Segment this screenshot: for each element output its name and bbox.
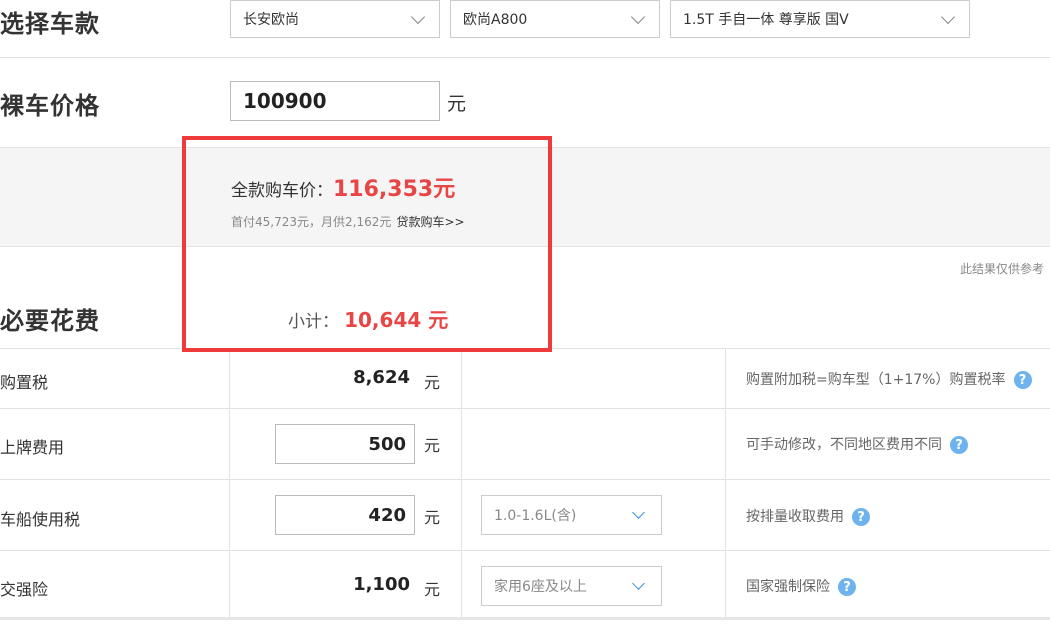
brand-select-value: 长安欧尚 [243,12,299,28]
chevron-down-icon [632,577,645,590]
registration-fee-input[interactable]: 500 [275,424,415,464]
compulsory-insurance-note: 国家强制保险 [746,579,830,595]
registration-fee-note: 可手动修改，不同地区费用不同 [746,437,942,453]
model-select[interactable]: 欧尚A800 [450,0,660,38]
seat-count-select-value: 家用6座及以上 [494,579,587,595]
purchase-tax-unit: 元 [424,373,441,392]
displacement-select-value: 1.0-1.6L(含) [494,508,577,524]
required-costs-title: 必要花费 [0,307,100,335]
vehicle-tax-unit: 元 [424,508,441,527]
question-icon[interactable]: ? [852,508,870,526]
vehicle-tax-label: 车船使用税 [0,510,81,529]
bare-price-unit: 元 [447,93,467,115]
question-icon[interactable]: ? [838,578,856,596]
compulsory-insurance-note-wrap: 国家强制保险? [746,576,856,596]
trim-select-value: 1.5T 手自一体 尊享版 国V [683,12,849,28]
model-select-value: 欧尚A800 [463,12,528,28]
divider [0,57,1050,58]
table-column-divider [725,348,726,618]
highlight-box [182,136,552,352]
registration-fee-label: 上牌费用 [0,438,65,457]
table-divider [0,550,1050,551]
table-divider [0,408,1050,409]
disclaimer-text: 此结果仅供参考 [959,262,1044,276]
purchase-tax-note-wrap: 购置附加税=购车型（1+17%）购置税率? [746,369,1032,389]
table-column-divider [229,348,230,618]
table-divider [0,479,1050,480]
compulsory-insurance-label: 交强险 [0,580,49,599]
vehicle-tax-note: 按排量收取费用 [746,509,844,525]
chevron-down-icon [630,9,646,24]
registration-fee-unit: 元 [424,436,441,455]
purchase-tax-value: 8,624 [353,367,410,388]
compulsory-insurance-value: 1,100 [353,574,410,595]
chevron-down-icon [940,9,956,24]
trim-select[interactable]: 1.5T 手自一体 尊享版 国V [670,0,970,38]
bare-price-title: 裸车价格 [0,92,100,120]
displacement-select[interactable]: 1.0-1.6L(含) [481,495,662,535]
chevron-down-icon [632,506,645,519]
question-icon[interactable]: ? [950,436,968,454]
compulsory-insurance-unit: 元 [424,580,441,599]
seat-count-select[interactable]: 家用6座及以上 [481,566,662,606]
question-icon[interactable]: ? [1013,371,1032,389]
brand-select[interactable]: 长安欧尚 [230,0,440,38]
chevron-down-icon [410,9,426,24]
purchase-tax-label: 购置税 [0,373,49,392]
vehicle-tax-input[interactable]: 420 [275,495,415,535]
registration-fee-note-wrap: 可手动修改，不同地区费用不同? [746,434,968,454]
table-column-divider [461,348,462,618]
vehicle-tax-note-wrap: 按排量收取费用? [746,506,870,526]
select-car-title: 选择车款 [0,10,100,38]
table-divider [0,617,1050,620]
purchase-tax-note: 购置附加税=购车型（1+17%）购置税率 [746,372,1006,388]
bare-price-input[interactable]: 100900 [230,81,440,121]
